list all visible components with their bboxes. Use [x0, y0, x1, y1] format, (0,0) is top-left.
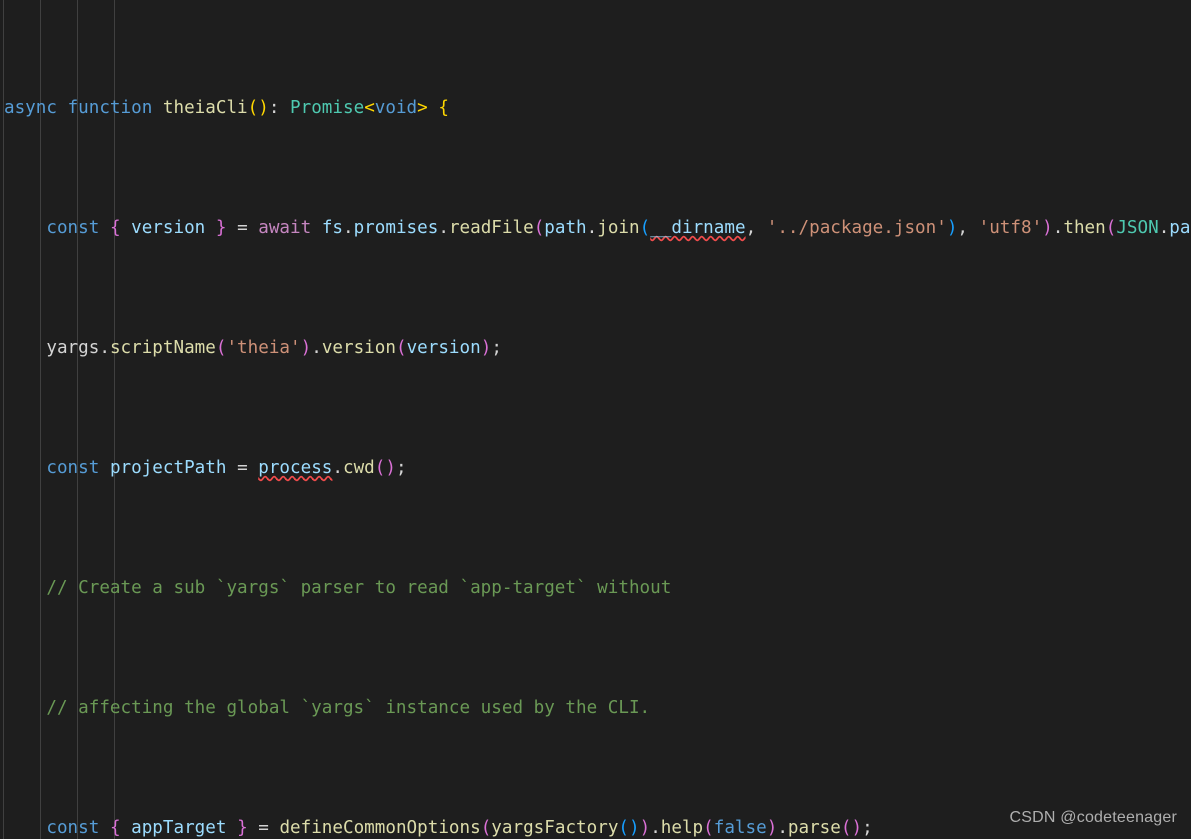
code-line[interactable]: async function theiaCli(): Promise<void>… — [0, 96, 1191, 120]
code-content[interactable]: async function theiaCli(): Promise<void>… — [0, 0, 1191, 839]
code-line[interactable]: const projectPath = process.cwd(); — [0, 456, 1191, 480]
code-line[interactable]: const { appTarget } = defineCommonOption… — [0, 816, 1191, 839]
code-line[interactable]: const { version } = await fs.promises.re… — [0, 216, 1191, 240]
code-editor[interactable]: async function theiaCli(): Promise<void>… — [0, 0, 1191, 839]
code-line[interactable]: yargs.scriptName('theia').version(versio… — [0, 336, 1191, 360]
code-line[interactable]: // affecting the global `yargs` instance… — [0, 696, 1191, 720]
code-line[interactable]: // Create a sub `yargs` parser to read `… — [0, 576, 1191, 600]
